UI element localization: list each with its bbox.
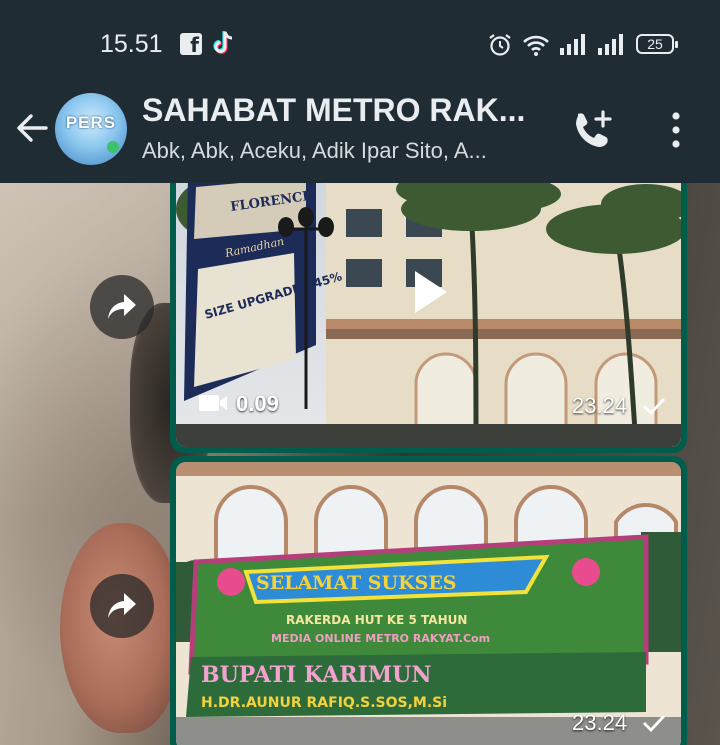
play-icon[interactable] (401, 265, 455, 319)
alarm-icon (489, 34, 511, 56)
forward-button[interactable] (90, 574, 154, 638)
image-thumbnail[interactable]: SELAMAT SUKSES RAKERDA HUT KE 5 TAHUN ME… (176, 462, 681, 745)
image-message-bubble[interactable]: SELAMAT SUKSES RAKERDA HUT KE 5 TAHUN ME… (170, 456, 687, 745)
back-arrow-icon[interactable] (14, 110, 50, 146)
board-subname: H.DR.AUNUR RAFIQ.S.SOS,M.Si (201, 695, 447, 711)
image-scene: SELAMAT SUKSES RAKERDA HUT KE 5 TAHUN ME… (176, 462, 681, 745)
board-line2: MEDIA ONLINE METRO RAKYAT.Com (271, 632, 490, 645)
battery-icon: 25 (636, 34, 678, 54)
sent-check-icon (643, 715, 666, 732)
video-thumbnail[interactable]: FLORENCE Ramadhan SIZE UPGRADE +45% 0.09… (176, 183, 681, 447)
signal-icon (560, 34, 585, 55)
board-name: BUPATI KARIMUN (201, 662, 431, 688)
chat-header: PERS SAHABAT METRO RAK... Abk, Abk, Acek… (0, 88, 720, 183)
add-call-icon[interactable] (570, 108, 614, 152)
message-time: 23.24 (572, 393, 628, 418)
forward-button[interactable] (90, 275, 154, 339)
forward-arrow-icon (108, 294, 136, 319)
board-line1: RAKERDA HUT KE 5 TAHUN (286, 613, 467, 627)
flower-board: SELAMAT SUKSES RAKERDA HUT KE 5 TAHUN ME… (186, 534, 649, 717)
group-members[interactable]: Abk, Abk, Aceku, Adik Ipar Sito, A... (142, 138, 542, 164)
verified-badge-icon (107, 141, 119, 153)
status-bar: 15.51 25 (0, 0, 720, 88)
wifi-icon (523, 35, 549, 56)
signal-icon (598, 34, 623, 55)
group-title[interactable]: SAHABAT METRO RAK... (142, 92, 562, 129)
facebook-icon (180, 33, 202, 57)
more-vertical-icon[interactable] (662, 108, 690, 152)
sent-check-icon (643, 398, 666, 415)
message-time: 23.24 (572, 710, 628, 735)
group-avatar[interactable]: PERS (55, 93, 127, 165)
chat-background[interactable]: FLORENCE Ramadhan SIZE UPGRADE +45% 0.09… (0, 183, 720, 745)
tiktok-icon (213, 31, 233, 55)
board-heading: SELAMAT SUKSES (256, 572, 457, 594)
video-duration: 0.09 (236, 391, 279, 416)
status-time: 15.51 (100, 30, 163, 58)
forward-arrow-icon (108, 593, 136, 618)
video-camera-icon (199, 395, 227, 411)
video-message-bubble[interactable]: FLORENCE Ramadhan SIZE UPGRADE +45% 0.09… (170, 183, 687, 453)
avatar-label: PERS (65, 113, 117, 132)
